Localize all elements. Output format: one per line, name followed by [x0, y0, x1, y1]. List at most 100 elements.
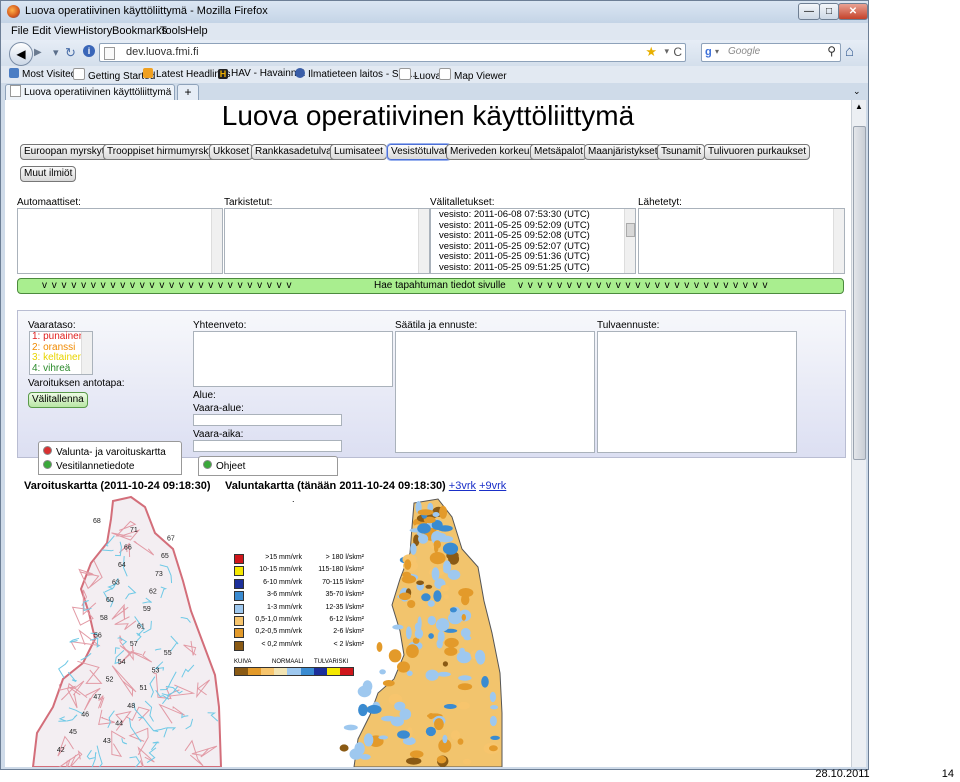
region-number: 67 [167, 536, 175, 543]
runoff-patch [416, 580, 424, 586]
runoff-patch [490, 705, 499, 710]
scrollbar[interactable] [624, 209, 635, 273]
category-ukkoset[interactable]: Ukkoset [209, 144, 254, 160]
menu-bookmarks[interactable]: Bookmarks [112, 25, 167, 37]
tab-luova[interactable]: Luova operatiivinen käyttöliittymä [5, 84, 175, 100]
bookmark-map-viewer[interactable]: Map Viewer [439, 68, 507, 82]
automaattiset-list[interactable] [17, 208, 223, 274]
search-box[interactable]: g ▾ Google ⚲ [701, 43, 841, 62]
region-number: 58 [100, 615, 108, 622]
lahetetyt-label: Lähetetyt: [638, 197, 682, 208]
category-maanjaristykset[interactable]: Maanjäristykset [584, 144, 662, 160]
new-tab-button[interactable]: + [177, 84, 199, 101]
scrollbar[interactable] [833, 209, 844, 273]
menu-file[interactable]: File [11, 25, 29, 37]
history-dropdown-icon[interactable]: ▾ [53, 46, 59, 59]
region-number: 64 [118, 562, 126, 569]
runoff-patch [428, 713, 434, 720]
minimize-button[interactable]: — [798, 3, 820, 20]
legend-mm-label: 1-3 mm/vrk [267, 603, 302, 611]
home-icon[interactable]: ⌂ [845, 43, 854, 60]
scroll-thumb[interactable] [853, 126, 866, 460]
list-item[interactable]: vesisto: 2011-05-25 09:52:08 (UTC) [431, 230, 635, 242]
radio-ohjeet[interactable]: Ohjeet [203, 460, 245, 472]
legend-mm-label: >15 mm/vrk [265, 554, 302, 561]
reload-small-icon[interactable]: C [673, 45, 682, 59]
plus-3vrk-link[interactable]: +3vrk [449, 480, 476, 492]
back-button[interactable]: ◀ [9, 42, 33, 66]
list-item[interactable]: vesisto: 2011-06-08 07:53:30 (UTC) [431, 209, 635, 221]
tulvaennuste-textarea[interactable] [597, 331, 797, 453]
legend-swatch [234, 591, 244, 602]
category-muut-ilmiot[interactable]: Muut ilmiöt [20, 166, 77, 182]
dropdown-icon[interactable]: ▾ [664, 46, 669, 57]
close-button[interactable]: ✕ [838, 3, 868, 20]
star-icon[interactable]: ★ [645, 44, 657, 60]
runoff-patch [406, 644, 419, 658]
scroll-up-icon[interactable]: ▲ [855, 102, 863, 111]
category-tsunamit[interactable]: Tsunamit [657, 144, 706, 160]
info-icon[interactable]: i [83, 45, 95, 57]
runoff-patch [442, 661, 448, 667]
menu-view[interactable]: View [54, 25, 78, 37]
scale-cell [235, 668, 249, 675]
plus-9vrk-link[interactable]: +9vrk [479, 480, 506, 492]
bookmark-luova[interactable]: Luova [399, 68, 441, 82]
scrollbar[interactable] [81, 332, 92, 374]
menu-edit[interactable]: Edit [32, 25, 51, 37]
page-scrollbar[interactable]: ▲ [851, 100, 866, 767]
runoff-patch [439, 505, 448, 519]
category-vesistotulvat[interactable]: Vesistötulvat [387, 144, 452, 160]
bookmark-most-visited[interactable]: Most Visited [9, 68, 76, 80]
runoff-patch [382, 680, 395, 687]
lahetetyt-list[interactable] [638, 208, 845, 274]
menu-help[interactable]: Help [185, 25, 208, 37]
page-icon [73, 68, 85, 80]
google-icon[interactable]: g [705, 46, 712, 58]
category-lumisateet[interactable]: Lumisateet [330, 144, 387, 160]
search-icon[interactable]: ⚲ [827, 44, 836, 58]
radio-valunta[interactable]: Valunta- ja varoituskartta [43, 446, 166, 458]
valitallenna-button[interactable]: Välitallenna [28, 392, 88, 408]
radio-vesitilanne[interactable]: Vesitilannetiedote [43, 460, 134, 472]
runoff-patch [339, 744, 349, 752]
list-item[interactable]: vesisto: 2011-05-25 09:51:36 (UTC) [431, 251, 635, 263]
reload-icon[interactable]: ↻ [65, 45, 76, 61]
scrollbar[interactable] [418, 209, 429, 273]
url-bar[interactable]: dev.luova.fmi.fi ★ ▾ C [99, 43, 686, 62]
engine-dropdown-icon[interactable]: ▾ [715, 47, 719, 56]
runoff-patch [456, 651, 472, 664]
varoituskartta-map[interactable]: 68 71 67 66 65 64 73 63 62 60 59 58 61 56 57 55 54 53 52 51… [23, 493, 223, 767]
tarkistetut-list[interactable] [224, 208, 430, 274]
vaara-alue-input[interactable] [193, 414, 342, 426]
legend-mm-label: 3-6 mm/vrk [267, 591, 302, 599]
category-trooppiset[interactable]: Trooppiset hirmumyrskyt [103, 144, 221, 160]
category-euroopan-myrskyt[interactable]: Euroopan myrskyt [20, 144, 109, 160]
vaara-aika-input[interactable] [193, 440, 342, 452]
legend-swatch [234, 628, 244, 639]
hae-tapahtuman-bar[interactable]: v v v v v v v v v v v v v v v v v v v v … [17, 278, 844, 294]
legend-flow-label: < 2 l/skm² [333, 640, 364, 648]
scale-cell [313, 668, 327, 675]
scroll-thumb[interactable] [626, 223, 635, 237]
bookmark-hav[interactable]: H HAV - Havainnot [218, 68, 305, 79]
category-meriveden-korkeus[interactable]: Meriveden korkeus [446, 144, 539, 160]
vaarataso-select[interactable]: 1: punainen 2: oranssi 3: keltainen 4: v… [29, 331, 93, 375]
menu-tools[interactable]: Tools [160, 25, 186, 37]
category-rankkasadetulvat[interactable]: Rankkasadetulvat [251, 144, 339, 160]
category-tulivuoren[interactable]: Tulivuoren purkaukset [704, 144, 811, 160]
region-number: 45 [69, 729, 77, 736]
region-number: 42 [57, 747, 65, 754]
menu-history[interactable]: History [78, 25, 112, 37]
ohjeet-box[interactable]: Ohjeet [198, 456, 338, 476]
maximize-button[interactable]: □ [819, 3, 839, 20]
category-metsapalot[interactable]: Metsäpalot [530, 144, 587, 160]
saatila-textarea[interactable] [395, 331, 595, 453]
list-item[interactable]: vesisto: 2011-05-25 09:51:25 (UTC) [431, 262, 635, 274]
forward-button[interactable]: ▶ [34, 47, 42, 58]
yhteenveto-textarea[interactable] [193, 331, 393, 387]
tab-list-icon[interactable]: ⌄ [853, 86, 861, 97]
scrollbar[interactable] [211, 209, 222, 273]
alue-label: Alue: [193, 390, 216, 401]
valitalletukset-list[interactable]: vesisto: 2011-06-08 07:53:30 (UTC) vesis… [430, 208, 636, 274]
